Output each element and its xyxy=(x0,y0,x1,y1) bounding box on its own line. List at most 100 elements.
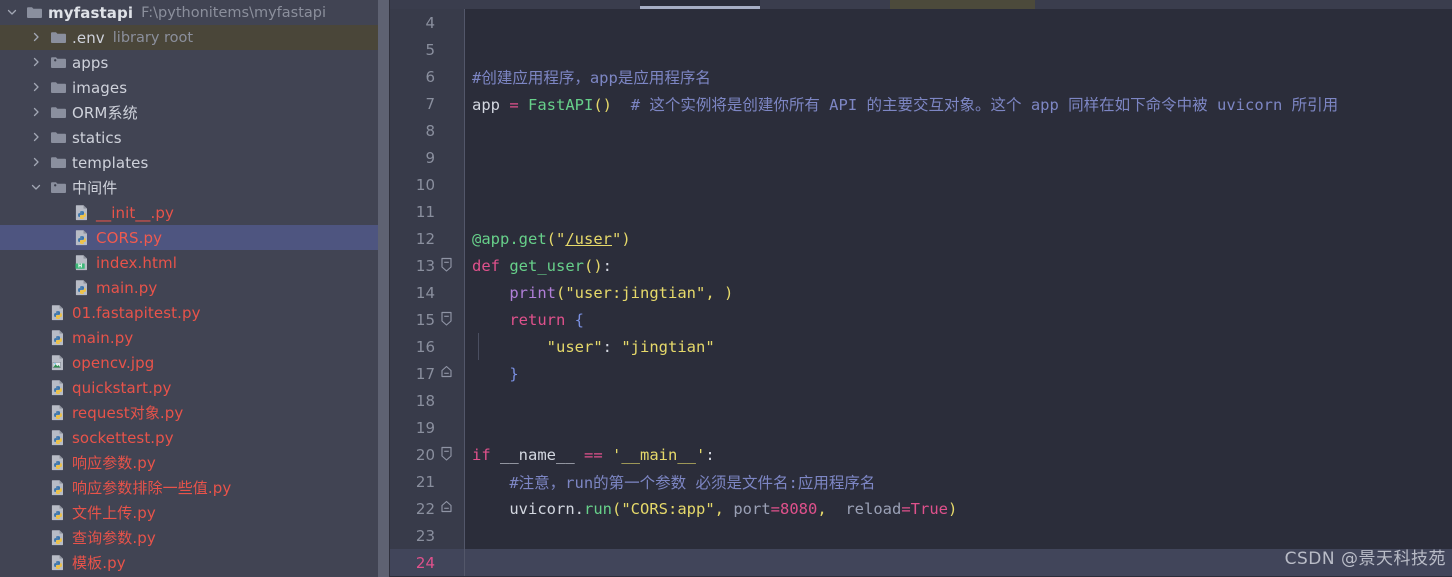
line-gutter[interactable]: 24 xyxy=(390,549,464,576)
line-gutter[interactable]: 16 xyxy=(390,333,464,360)
code-line-14[interactable]: 14 print("user:jingtian", ) xyxy=(390,279,1452,306)
tree-item-orm系统[interactable]: ORM系统 xyxy=(0,100,390,125)
chevron-right-icon[interactable] xyxy=(30,56,44,70)
tree-item-文件上传.py[interactable]: 文件上传.py xyxy=(0,500,390,525)
tree-item-index.html[interactable]: Hindex.html xyxy=(0,250,390,275)
fold-open-icon[interactable] xyxy=(438,252,464,279)
chevron-right-icon[interactable] xyxy=(30,156,44,170)
tree-item-sockettest.py[interactable]: sockettest.py xyxy=(0,425,390,450)
code-text[interactable]: #创建应用程序，app是应用程序名 xyxy=(464,66,1452,88)
gutter-divider xyxy=(464,117,465,144)
tree-item-myfastapi[interactable]: myfastapi F:\pythonitems\myfastapi xyxy=(0,0,390,25)
editor-text-area[interactable]: 4 5 6 #创建应用程序，app是应用程序名 7 app = FastAPI() # 这… xyxy=(390,9,1452,577)
line-gutter[interactable]: 6 xyxy=(390,63,464,90)
code-line-5[interactable]: 5 xyxy=(390,36,1452,63)
code-text[interactable]: #注意，run的第一个参数 必须是文件名:应用程序名 xyxy=(464,471,1452,493)
line-gutter[interactable]: 4 xyxy=(390,9,464,36)
tree-item-main.py[interactable]: main.py xyxy=(0,275,390,300)
tree-item-apps[interactable]: apps xyxy=(0,50,390,75)
code-line-12[interactable]: 12 @app.get("/user") xyxy=(390,225,1452,252)
line-gutter[interactable]: 20 xyxy=(390,441,464,468)
line-gutter[interactable]: 5 xyxy=(390,36,464,63)
fold-open-icon[interactable] xyxy=(438,441,464,468)
code-text[interactable]: app = FastAPI() # 这个实例将是创建你所有 API 的主要交互对… xyxy=(464,93,1452,115)
code-line-4[interactable]: 4 xyxy=(390,9,1452,36)
tree-item-label: 查询参数.py xyxy=(72,529,156,547)
code-text[interactable]: def get_user(): xyxy=(464,257,1452,275)
code-text[interactable]: } xyxy=(464,365,1452,383)
tree-item-.env[interactable]: .env library root xyxy=(0,25,390,50)
chevron-right-icon[interactable] xyxy=(30,131,44,145)
chevron-down-icon[interactable] xyxy=(6,6,20,20)
line-gutter[interactable]: 22 xyxy=(390,495,464,522)
code-text[interactable]: "user": "jingtian" xyxy=(464,333,1452,360)
line-gutter[interactable]: 9 xyxy=(390,144,464,171)
code-text[interactable]: print("user:jingtian", ) xyxy=(464,284,1452,302)
code-line-22[interactable]: 22 uvicorn.run("CORS:app", port=8080, re… xyxy=(390,495,1452,522)
python-file-icon xyxy=(50,329,67,346)
tree-item-cors.py[interactable]: CORS.py xyxy=(0,225,390,250)
code-text[interactable]: return { xyxy=(464,311,1452,329)
line-gutter[interactable]: 11 xyxy=(390,198,464,225)
token-id xyxy=(472,474,509,492)
line-gutter[interactable]: 15 xyxy=(390,306,464,333)
tree-item-images[interactable]: images xyxy=(0,75,390,100)
code-line-13[interactable]: 13 def get_user(): xyxy=(390,252,1452,279)
tree-item-响应参数排除一些值.py[interactable]: 响应参数排除一些值.py xyxy=(0,475,390,500)
chevron-down-icon[interactable] xyxy=(30,181,44,195)
tree-item-label: 响应参数.py xyxy=(72,454,156,472)
editor-tab-active[interactable] xyxy=(640,0,760,9)
line-gutter[interactable]: 17 xyxy=(390,360,464,387)
code-line-10[interactable]: 10 xyxy=(390,171,1452,198)
tree-item-模板.py[interactable]: 模板.py xyxy=(0,550,390,575)
line-gutter[interactable]: 7 xyxy=(390,90,464,117)
tree-item-01.fastapitest.py[interactable]: 01.fastapitest.py xyxy=(0,300,390,325)
code-line-11[interactable]: 11 xyxy=(390,198,1452,225)
line-gutter[interactable]: 18 xyxy=(390,387,464,414)
line-gutter[interactable]: 13 xyxy=(390,252,464,279)
editor-tab-marked[interactable] xyxy=(890,0,1035,9)
tree-item-statics[interactable]: statics xyxy=(0,125,390,150)
code-line-8[interactable]: 8 xyxy=(390,117,1452,144)
line-gutter[interactable]: 12 xyxy=(390,225,464,252)
tree-item-响应参数.py[interactable]: 响应参数.py xyxy=(0,450,390,475)
code-line-17[interactable]: 17 } xyxy=(390,360,1452,387)
line-gutter[interactable]: 14 xyxy=(390,279,464,306)
code-text[interactable]: @app.get("/user") xyxy=(464,230,1452,248)
tree-item-查询参数.py[interactable]: 查询参数.py xyxy=(0,525,390,550)
project-scrollbar-thumb[interactable] xyxy=(378,0,389,577)
line-number: 17 xyxy=(415,364,435,383)
python-file-icon xyxy=(74,229,91,246)
token-punc: ) xyxy=(621,229,631,248)
fold-close-icon[interactable] xyxy=(438,360,464,387)
fold-open-icon[interactable] xyxy=(438,306,464,333)
code-line-9[interactable]: 9 xyxy=(390,144,1452,171)
token-id: uvicorn. xyxy=(472,499,584,518)
tree-item-quickstart.py[interactable]: quickstart.py xyxy=(0,375,390,400)
chevron-right-icon[interactable] xyxy=(30,106,44,120)
fold-close-icon[interactable] xyxy=(438,495,464,522)
code-line-16[interactable]: 16 "user": "jingtian" xyxy=(390,333,1452,360)
code-line-20[interactable]: 20 if __name__ == '__main__': xyxy=(390,441,1452,468)
code-text[interactable]: if __name__ == '__main__': xyxy=(464,446,1452,464)
line-gutter[interactable]: 10 xyxy=(390,171,464,198)
chevron-right-icon[interactable] xyxy=(30,81,44,95)
tree-item-opencv.jpg[interactable]: opencv.jpg xyxy=(0,350,390,375)
line-gutter[interactable]: 21 xyxy=(390,468,464,495)
tree-item-main.py[interactable]: main.py xyxy=(0,325,390,350)
code-line-19[interactable]: 19 xyxy=(390,414,1452,441)
tree-item-__init__.py[interactable]: __init__.py xyxy=(0,200,390,225)
code-line-7[interactable]: 7 app = FastAPI() # 这个实例将是创建你所有 API 的主要交互… xyxy=(390,90,1452,117)
tree-item-request对象.py[interactable]: request对象.py xyxy=(0,400,390,425)
line-gutter[interactable]: 23 xyxy=(390,522,464,549)
code-text[interactable]: uvicorn.run("CORS:app", port=8080, reloa… xyxy=(464,500,1452,518)
line-gutter[interactable]: 8 xyxy=(390,117,464,144)
code-line-15[interactable]: 15 return { xyxy=(390,306,1452,333)
line-gutter[interactable]: 19 xyxy=(390,414,464,441)
tree-item-templates[interactable]: templates xyxy=(0,150,390,175)
code-line-6[interactable]: 6 #创建应用程序，app是应用程序名 xyxy=(390,63,1452,90)
code-line-18[interactable]: 18 xyxy=(390,387,1452,414)
chevron-right-icon[interactable] xyxy=(30,31,44,45)
tree-item-中间件[interactable]: 中间件 xyxy=(0,175,390,200)
code-line-21[interactable]: 21 #注意，run的第一个参数 必须是文件名:应用程序名 xyxy=(390,468,1452,495)
